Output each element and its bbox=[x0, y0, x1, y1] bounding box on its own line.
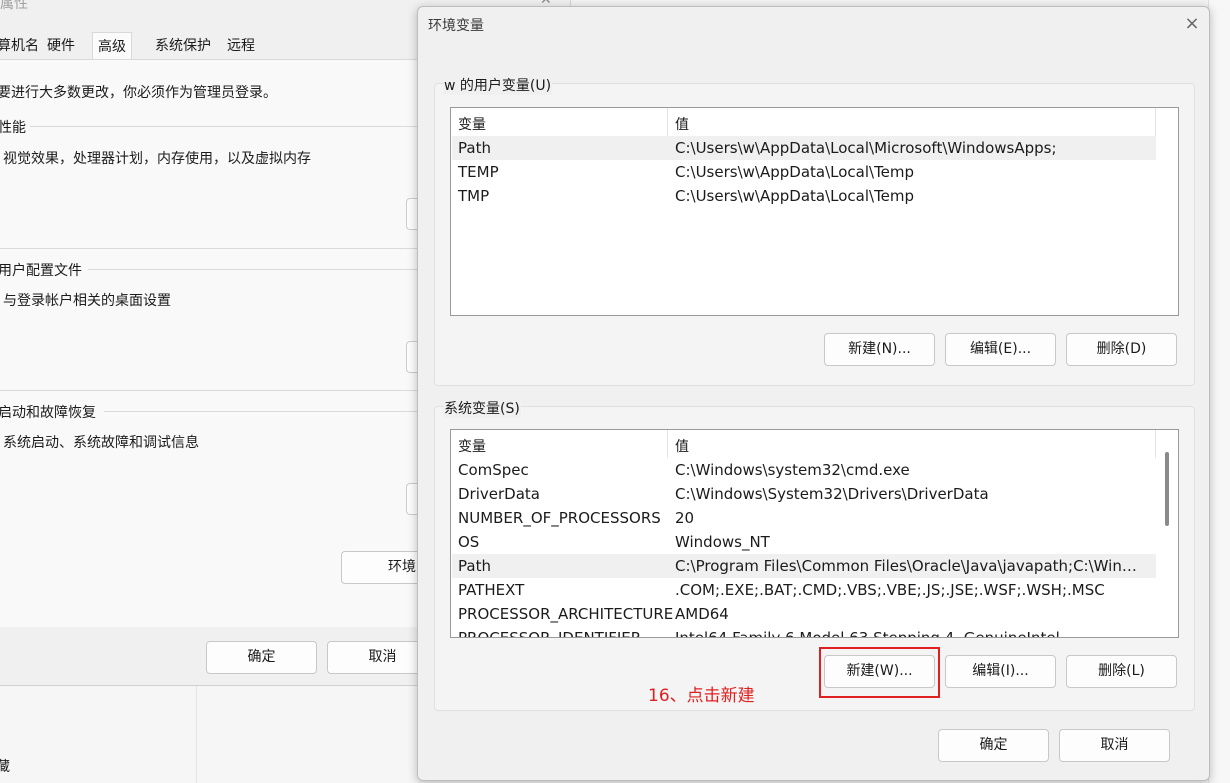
column-separator[interactable] bbox=[1155, 108, 1156, 136]
advanced-tab-page bbox=[0, 59, 430, 628]
table-row[interactable]: OS Windows_NT bbox=[452, 530, 1156, 554]
variable-name: NUMBER_OF_PROCESSORS bbox=[458, 509, 661, 527]
bottom-left-label: 藏 bbox=[0, 759, 10, 775]
tab-remote[interactable]: 远程 bbox=[222, 34, 260, 59]
column-header-value[interactable]: 值 bbox=[675, 436, 689, 456]
table-row[interactable]: TMP C:\Users\w\AppData\Local\Temp bbox=[452, 184, 1156, 208]
environment-variables-button-label: 环境 bbox=[388, 559, 416, 575]
variable-name: TMP bbox=[458, 187, 490, 205]
dialog-ok-button[interactable]: 确定 bbox=[938, 729, 1049, 762]
group-separator bbox=[0, 248, 420, 249]
table-row[interactable]: ComSpec C:\Windows\system32\cmd.exe bbox=[452, 458, 1156, 482]
environment-variables-dialog: 环境变量 × w 的用户变量(U) 变量 值 Path C:\Users\w\A… bbox=[417, 6, 1210, 781]
variable-name: PATHEXT bbox=[458, 581, 525, 599]
tab-system-protection[interactable]: 系统保护 bbox=[150, 34, 216, 59]
variable-name: Path bbox=[458, 557, 491, 575]
variable-name: ComSpec bbox=[458, 461, 529, 479]
dialog-title: 环境变量 bbox=[428, 18, 484, 34]
system-variables-title: 系统变量(S) bbox=[443, 398, 521, 418]
tab-hardware[interactable]: 硬件 bbox=[42, 34, 80, 59]
scrollbar-thumb[interactable] bbox=[1165, 452, 1169, 526]
variable-value: C:\Users\w\AppData\Local\Temp bbox=[675, 187, 915, 205]
table-row[interactable]: PROCESSOR_IDENTIFIER Intel64 Family 6 Mo… bbox=[452, 626, 1156, 638]
variable-name: DriverData bbox=[458, 485, 540, 503]
dialog-cancel-button[interactable]: 取消 bbox=[1059, 729, 1170, 762]
variable-name: TEMP bbox=[458, 163, 499, 181]
variable-value: C:\Users\w\AppData\Local\Microsoft\Windo… bbox=[675, 139, 1057, 157]
variable-value: C:\Program Files\Common Files\Oracle\Jav… bbox=[675, 557, 1145, 575]
startup-recovery-group-title: 启动和故障恢复 bbox=[0, 405, 96, 421]
column-header-value[interactable]: 值 bbox=[675, 114, 689, 134]
user-edit-button[interactable]: 编辑(E)... bbox=[945, 333, 1056, 366]
tab-advanced[interactable]: 高级 bbox=[92, 32, 132, 60]
properties-title: 属性 bbox=[0, 0, 28, 12]
user-delete-button[interactable]: 删除(D) bbox=[1066, 333, 1177, 366]
user-variables-title: w 的用户变量(U) bbox=[443, 75, 553, 95]
variable-name: PROCESSOR_ARCHITECTURE bbox=[458, 605, 674, 623]
tab-computer-name[interactable]: 算机名 bbox=[0, 34, 44, 59]
properties-ok-button[interactable]: 确定 bbox=[206, 641, 317, 674]
column-header-variable[interactable]: 变量 bbox=[458, 436, 486, 456]
system-edit-button[interactable]: 编辑(I)... bbox=[945, 655, 1056, 688]
variable-value: .COM;.EXE;.BAT;.CMD;.VBS;.VBE;.JS;.JSE;.… bbox=[675, 581, 1105, 599]
variable-name: OS bbox=[458, 533, 480, 551]
user-new-button[interactable]: 新建(N)... bbox=[824, 333, 935, 366]
admin-notice: 要进行大多数更改，你必须作为管理员登录。 bbox=[0, 85, 277, 101]
annotation-text: 16、点击新建 bbox=[648, 686, 755, 706]
system-delete-button[interactable]: 删除(L) bbox=[1066, 655, 1177, 688]
system-list-header: 变量 值 bbox=[451, 430, 1178, 458]
user-profiles-group-title: 用户配置文件 bbox=[0, 263, 82, 279]
desktop-area: 藏 bbox=[0, 686, 420, 783]
close-icon[interactable]: × bbox=[1180, 12, 1204, 36]
right-edge-strip bbox=[1208, 0, 1230, 783]
column-header-variable[interactable]: 变量 bbox=[458, 114, 486, 134]
variable-value: Intel64 Family 6 Model 63 Stepping 4, Ge… bbox=[675, 629, 1060, 638]
system-variables-list[interactable]: 变量 值 ComSpec C:\Windows\system32\cmd.exe… bbox=[450, 429, 1179, 638]
column-separator[interactable] bbox=[667, 108, 668, 136]
table-row[interactable]: NUMBER_OF_PROCESSORS 20 bbox=[452, 506, 1156, 530]
variable-value: 20 bbox=[675, 509, 695, 527]
variable-name: Path bbox=[458, 139, 491, 157]
group-separator bbox=[0, 390, 420, 391]
table-row[interactable]: PROCESSOR_ARCHITECTURE AMD64 bbox=[452, 602, 1156, 626]
variable-name: PROCESSOR_IDENTIFIER bbox=[458, 629, 642, 638]
user-profiles-desc: 与登录帐户相关的桌面设置 bbox=[3, 293, 171, 309]
divider bbox=[196, 686, 197, 783]
table-row[interactable]: Path C:\Users\w\AppData\Local\Microsoft\… bbox=[452, 136, 1156, 160]
annotation-highlight-box bbox=[819, 647, 940, 698]
table-row[interactable]: Path C:\Program Files\Common Files\Oracl… bbox=[452, 554, 1156, 578]
variable-value: Windows_NT bbox=[675, 533, 770, 551]
startup-recovery-desc: 系统启动、系统故障和调试信息 bbox=[3, 435, 199, 451]
variable-value: C:\Users\w\AppData\Local\Temp bbox=[675, 163, 915, 181]
variable-value: C:\Windows\System32\Drivers\DriverData bbox=[675, 485, 989, 503]
table-row[interactable]: DriverData C:\Windows\System32\Drivers\D… bbox=[452, 482, 1156, 506]
variable-value: C:\Windows\system32\cmd.exe bbox=[675, 461, 910, 479]
startup-recovery-group-line bbox=[104, 411, 420, 412]
column-separator[interactable] bbox=[667, 430, 668, 458]
user-profiles-group-line bbox=[88, 269, 420, 270]
table-row[interactable]: TEMP C:\Users\w\AppData\Local\Temp bbox=[452, 160, 1156, 184]
variable-value: AMD64 bbox=[675, 605, 729, 623]
performance-group-title: 性能 bbox=[0, 120, 26, 136]
column-separator[interactable] bbox=[1155, 430, 1156, 458]
table-row[interactable]: PATHEXT .COM;.EXE;.BAT;.CMD;.VBS;.VBE;.J… bbox=[452, 578, 1156, 602]
performance-desc: 视觉效果，处理器计划，内存使用，以及虚拟内存 bbox=[3, 151, 311, 167]
performance-group-line bbox=[30, 126, 420, 127]
user-variables-list[interactable]: 变量 值 Path C:\Users\w\AppData\Local\Micro… bbox=[450, 107, 1179, 316]
user-list-header: 变量 值 bbox=[451, 108, 1178, 136]
